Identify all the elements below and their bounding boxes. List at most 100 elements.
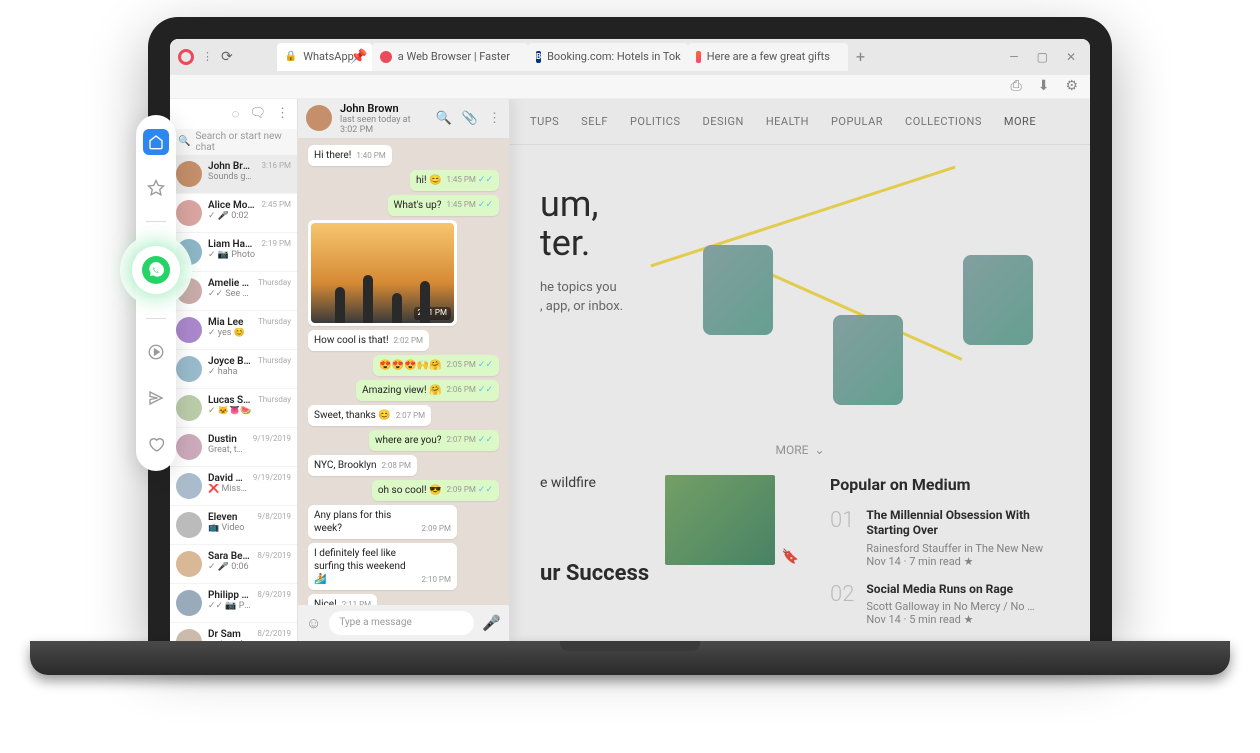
message-bubble[interactable]: where are you? 2:07 PM ✓✓ — [369, 430, 499, 451]
message-text: NYC, Brooklyn — [314, 459, 377, 472]
nav-item[interactable]: DESIGN — [702, 115, 743, 128]
message-input[interactable]: Type a message — [329, 611, 474, 635]
contact-time: Thursday — [258, 278, 291, 287]
new-tab-button[interactable]: + — [848, 47, 873, 66]
menu-icon[interactable]: ⋮ — [276, 106, 289, 121]
popular-meta: Nov 14 · 7 min read ★ — [866, 555, 1060, 568]
chat-list-item[interactable]: Lucas Sinclair ✓ 🐱👅🍉 Thursday — [170, 389, 297, 428]
emoji-icon[interactable]: ☺ — [306, 614, 321, 632]
sidebar-player-icon[interactable] — [143, 339, 169, 365]
opera-sidebar — [136, 115, 176, 471]
contact-time: Thursday — [258, 356, 291, 365]
message-time: 1:40 PM — [356, 151, 385, 161]
search-icon[interactable]: 🔍 — [436, 111, 452, 126]
opera-icon — [380, 51, 392, 63]
tab-whatsapp[interactable]: 🔒 WhatsApp 📌 — [277, 43, 372, 71]
search-input[interactable]: 🔍 Search or start new chat — [170, 129, 297, 155]
message-bubble[interactable]: I definitely feel like surfing this week… — [308, 543, 457, 590]
message-text: Nice! — [314, 598, 337, 605]
message-bubble[interactable]: 😍😍😍🙌🤗 2:05 PM ✓✓ — [373, 355, 499, 376]
popular-rank: 01 — [830, 508, 854, 568]
nav-item[interactable]: POPULAR — [831, 115, 883, 128]
message-time: 2:10 PM — [422, 575, 451, 585]
popular-item[interactable]: 01 The Millennial Obsession With Startin… — [830, 508, 1060, 568]
chat-list-item[interactable]: Amelie Moss ✓✓ See you there! Thursday — [170, 272, 297, 311]
nav-item[interactable]: TUPS — [530, 115, 559, 128]
easy-setup-icon[interactable]: ⚙ — [1065, 78, 1078, 94]
sidebar-bookmarks-icon[interactable] — [143, 175, 169, 201]
message-bubble[interactable]: NYC, Brooklyn 2:08 PM — [308, 455, 417, 476]
pin-icon[interactable]: 📌 — [350, 49, 367, 65]
tab-opera[interactable]: a Web Browser | Faster — [372, 43, 528, 71]
read-ticks-icon: ✓✓ — [478, 385, 493, 395]
more-button[interactable]: MORE ⌄ — [510, 435, 1090, 465]
minimize-icon[interactable]: — — [1009, 50, 1018, 64]
maximize-icon[interactable]: ▢ — [1037, 50, 1048, 64]
message-bubble[interactable]: What's up? 1:45 PM ✓✓ — [388, 195, 499, 216]
message-time: 2:08 PM — [382, 461, 411, 471]
nav-item[interactable]: POLITICS — [630, 115, 681, 128]
contact-time: 8/2/2019 — [257, 629, 291, 638]
message-bubble[interactable]: How cool is that! 2:02 PM — [308, 330, 429, 351]
chat-list-item[interactable]: Liam Harris ✓ 📷 Photo 2:19 PM — [170, 233, 297, 272]
new-chat-icon[interactable]: 🗨 — [249, 106, 266, 121]
chat-list-item[interactable]: Dr Sam ✓ Just download it 8/2/2019 — [170, 623, 297, 641]
menu-icon[interactable]: ⋮ — [488, 111, 501, 126]
avatar — [176, 395, 202, 421]
download-icon[interactable]: ⬇ — [1038, 78, 1050, 94]
avatar — [176, 473, 202, 499]
sidebar-whatsapp-icon[interactable] — [132, 246, 180, 294]
sidebar-flow-icon[interactable] — [143, 385, 169, 411]
chat-contact-status: last seen today at 3:02 PM — [340, 115, 428, 135]
chat-list-item[interactable]: Sara Berger ✓ 🎤 0:06 8/9/2019 — [170, 545, 297, 584]
nav-item[interactable]: SELF — [581, 115, 608, 128]
message-bubble[interactable]: hi! 😊 1:45 PM ✓✓ — [410, 170, 499, 191]
contact-preview: ✓✓ See you there! — [208, 289, 252, 299]
message-bubble[interactable]: Hi there! 1:40 PM — [308, 145, 392, 166]
nav-item[interactable]: HEALTH — [766, 115, 809, 128]
tab-label: a Web Browser | Faster — [398, 50, 510, 63]
message-text: Any plans for this week? — [314, 509, 417, 535]
nav-item[interactable]: COLLECTIONS — [905, 115, 982, 128]
refresh-icon[interactable]: ⟳ — [221, 49, 233, 65]
chat-messages[interactable]: Hi there! 1:40 PM hi! 😊 1:45 PM ✓✓ What'… — [298, 139, 509, 605]
status-icon[interactable]: ◌ — [232, 106, 240, 122]
message-bubble[interactable]: Any plans for this week? 2:09 PM — [308, 505, 457, 539]
mic-icon[interactable]: 🎤 — [482, 614, 501, 632]
chat-list-item[interactable]: Eleven 📺 Video 9/8/2019 — [170, 506, 297, 545]
message-image[interactable]: 2:01 PM — [308, 220, 457, 326]
message-bubble[interactable]: oh so cool! 😎 2:09 PM ✓✓ — [372, 480, 499, 501]
sidebar-home-icon[interactable] — [143, 129, 169, 155]
chat-list-item[interactable]: John Brown Sounds good! 😄 3:16 PM — [170, 155, 297, 194]
chat-header[interactable]: John Brown last seen today at 3:02 PM 🔍 … — [298, 99, 509, 139]
chat-list-item[interactable]: Philipp Wolff ✓✓ 📷 Photo 8/9/2019 — [170, 584, 297, 623]
bookmark-icon[interactable]: 🔖 — [782, 549, 799, 565]
message-bubble[interactable]: Nice! 2:11 PM — [308, 594, 377, 605]
popular-item[interactable]: 02 Social Media Runs on Rage Scott Gallo… — [830, 582, 1060, 627]
tab-booking[interactable]: B Booking.com: Hotels in Tok — [528, 43, 688, 71]
popular-rank: 02 — [830, 582, 854, 627]
chat-list-item[interactable]: David Hopper ❌ Missed voice call 9/19/20… — [170, 467, 297, 506]
sidebar-heart-icon[interactable] — [143, 431, 169, 457]
message-time: 2:06 PM ✓✓ — [446, 385, 493, 397]
message-row: Sweet, thanks 😊 2:07 PM — [308, 405, 499, 426]
chat-list-item[interactable]: Alice Moore ✓ 🎤 0:02 2:45 PM — [170, 194, 297, 233]
message-bubble[interactable]: Amazing view! 🤗 2:06 PM ✓✓ — [356, 380, 499, 401]
contact-preview: ✓ 🐱👅🍉 — [208, 406, 252, 416]
message-row: What's up? 1:45 PM ✓✓ — [308, 195, 499, 216]
avatar — [176, 434, 202, 460]
close-icon[interactable]: ✕ — [1066, 50, 1076, 64]
chat-list-item[interactable]: Dustin Great, thanks! 😊 9/19/2019 — [170, 428, 297, 467]
titlebar-menu-icon[interactable]: ⋮ — [202, 50, 213, 63]
message-text: oh so cool! 😎 — [378, 484, 442, 497]
message-bubble[interactable]: Sweet, thanks 😊 2:07 PM — [308, 405, 431, 426]
nav-item[interactable]: MORE — [1004, 115, 1036, 128]
snapshot-icon[interactable]: ⎙ — [1011, 78, 1022, 94]
article-thumbnail[interactable]: 🔖 — [665, 475, 775, 565]
attach-icon[interactable]: 📎 — [462, 111, 478, 126]
chat-list-item[interactable]: Joyce Byers ✓ haha Thursday — [170, 350, 297, 389]
avatar — [176, 161, 202, 187]
tab-verge[interactable]: Here are a few great gifts — [688, 43, 848, 71]
chat-list-item[interactable]: Mia Lee ✓ yes 😊 Thursday — [170, 311, 297, 350]
message-row: hi! 😊 1:45 PM ✓✓ — [308, 170, 499, 191]
